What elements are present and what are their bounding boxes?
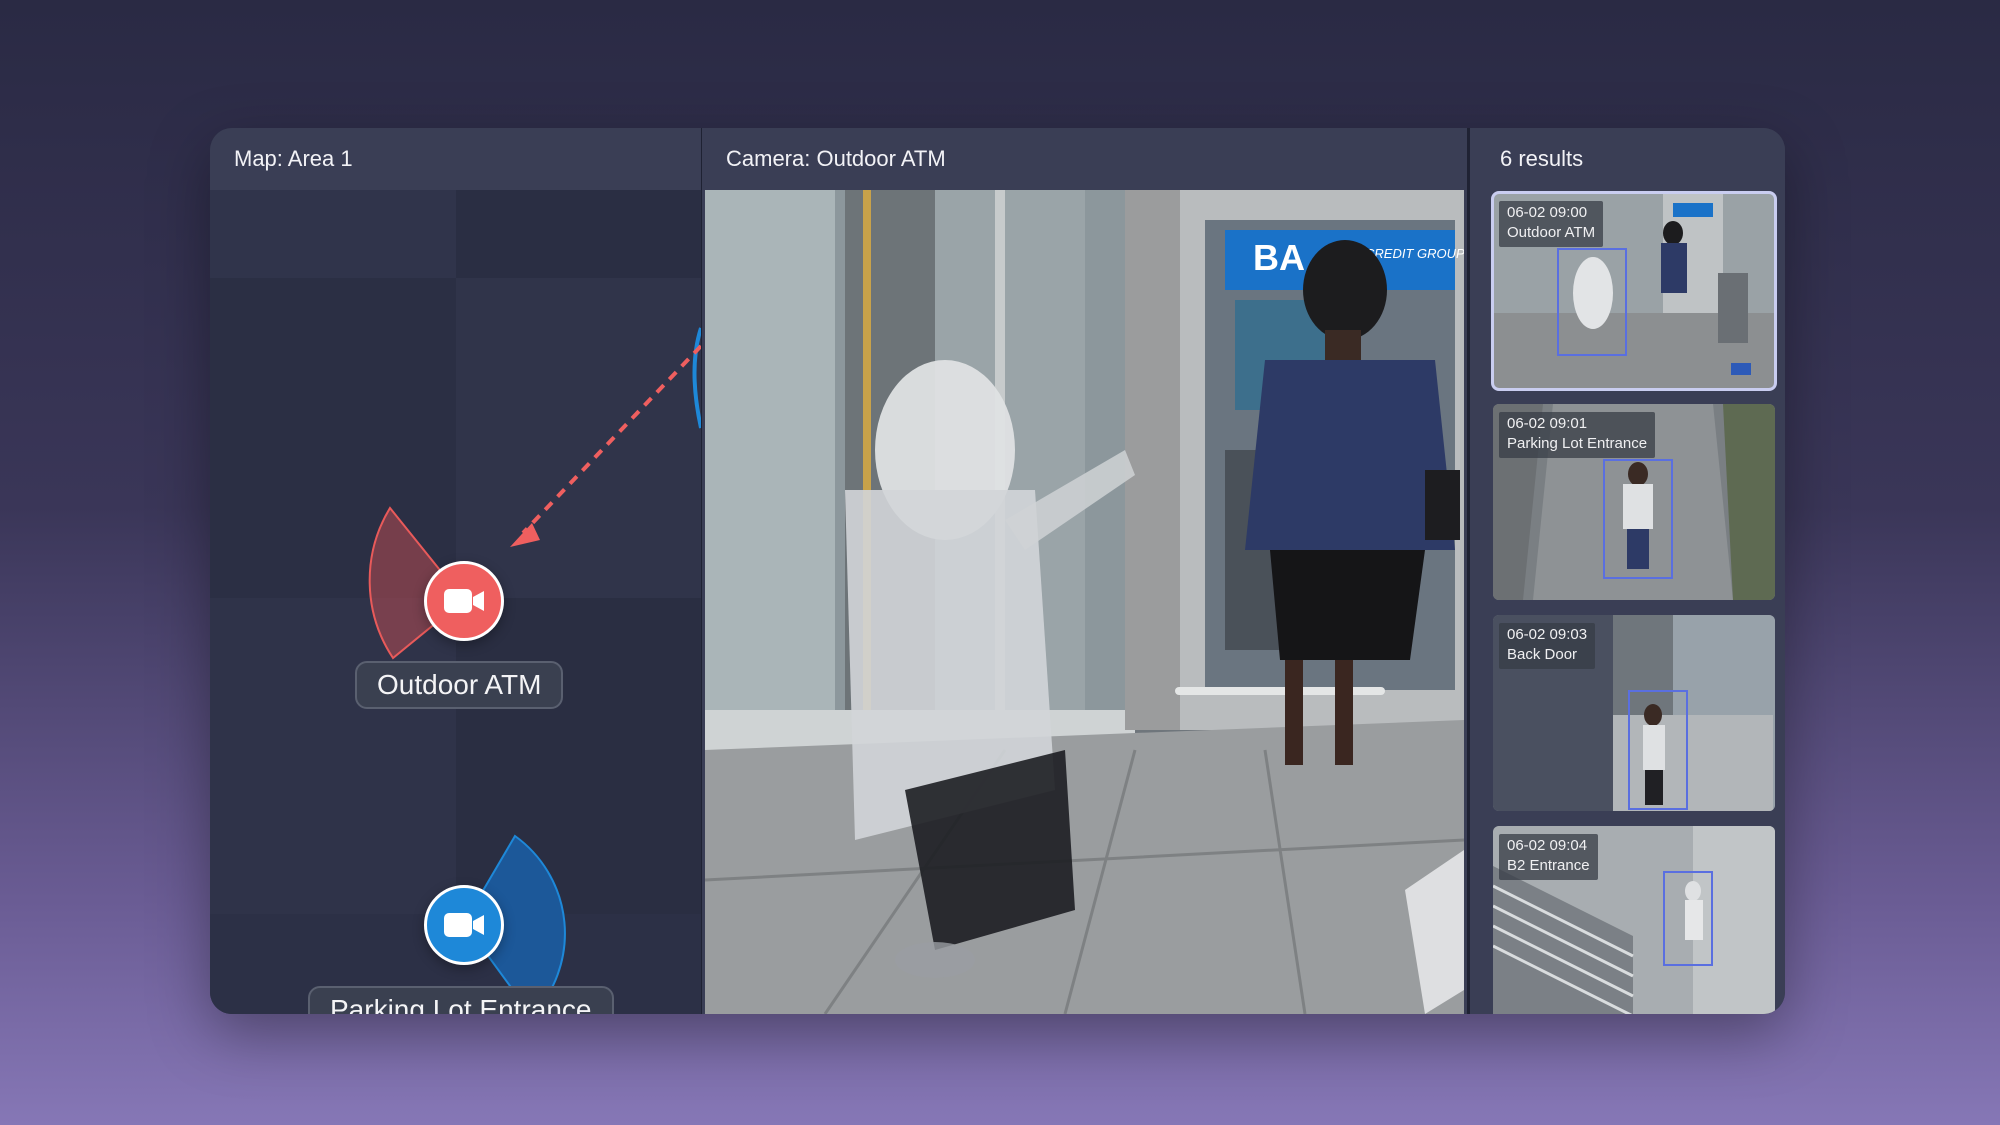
result-location: Parking Lot Entrance [1507, 435, 1648, 452]
app-window: Map: Area 1 Outdoor ATM Parking Lot Entr… [210, 128, 1785, 1014]
parking-lot-camera-marker[interactable] [424, 885, 504, 965]
movement-arrow-head [510, 523, 540, 547]
result-time: 06-02 09:04 [1507, 837, 1588, 854]
detection-box [1663, 871, 1713, 966]
outdoor-atm-camera-label[interactable]: Outdoor ATM [355, 661, 564, 709]
result-time: 06-02 09:01 [1507, 415, 1588, 432]
results-count: 6 results [1500, 146, 1584, 171]
parking-lot-camera-label[interactable]: Parking Lot Entrance [308, 986, 614, 1014]
video-camera-icon [444, 913, 484, 937]
result-thumbnail[interactable]: 06-02 09:00 Outdoor ATM [1491, 191, 1777, 391]
atm-sign-subtext: CREDIT GROUP [1365, 246, 1464, 261]
result-meta: 06-02 09:01 Parking Lot Entrance [1499, 412, 1656, 458]
movement-path [521, 344, 701, 535]
atm-sign-text: BA [1253, 237, 1305, 278]
camera-title: Camera: Outdoor ATM [726, 146, 946, 171]
result-time: 06-02 09:03 [1507, 626, 1588, 643]
result-location: Outdoor ATM [1507, 224, 1596, 241]
video-camera-icon [444, 589, 484, 613]
detection-box [1628, 690, 1688, 810]
results-panel: 6 results 06-02 09:00 Outdoor ATM 06-02 … [1470, 128, 1785, 1014]
result-location: Back Door [1507, 646, 1578, 663]
result-thumbnail[interactable]: 06-02 09:04 B2 Entrance [1493, 826, 1775, 1014]
result-meta: 06-02 09:04 B2 Entrance [1499, 834, 1598, 880]
result-thumbnail[interactable]: 06-02 09:01 Parking Lot Entrance [1493, 404, 1775, 600]
map-panel: Map: Area 1 Outdoor ATM Parking Lot Entr… [210, 128, 701, 1014]
detection-box [1603, 459, 1673, 579]
camera-panel-header: Camera: Outdoor ATM [702, 128, 1467, 190]
result-thumbnail[interactable]: 06-02 09:03 Back Door [1493, 615, 1775, 811]
detection-box [1557, 248, 1627, 356]
camera-panel: Camera: Outdoor ATM BA CREDIT GROUP [702, 128, 1467, 1014]
result-meta: 06-02 09:00 Outdoor ATM [1499, 201, 1604, 247]
result-time: 06-02 09:00 [1507, 204, 1588, 221]
camera-feed-image: BA CREDIT GROUP [705, 190, 1464, 1014]
outdoor-atm-camera-marker[interactable] [424, 561, 504, 641]
result-location: B2 Entrance [1507, 857, 1590, 874]
results-panel-header: 6 results [1470, 128, 1785, 190]
result-meta: 06-02 09:03 Back Door [1499, 623, 1596, 669]
camera-feed[interactable]: BA CREDIT GROUP [705, 190, 1464, 1014]
